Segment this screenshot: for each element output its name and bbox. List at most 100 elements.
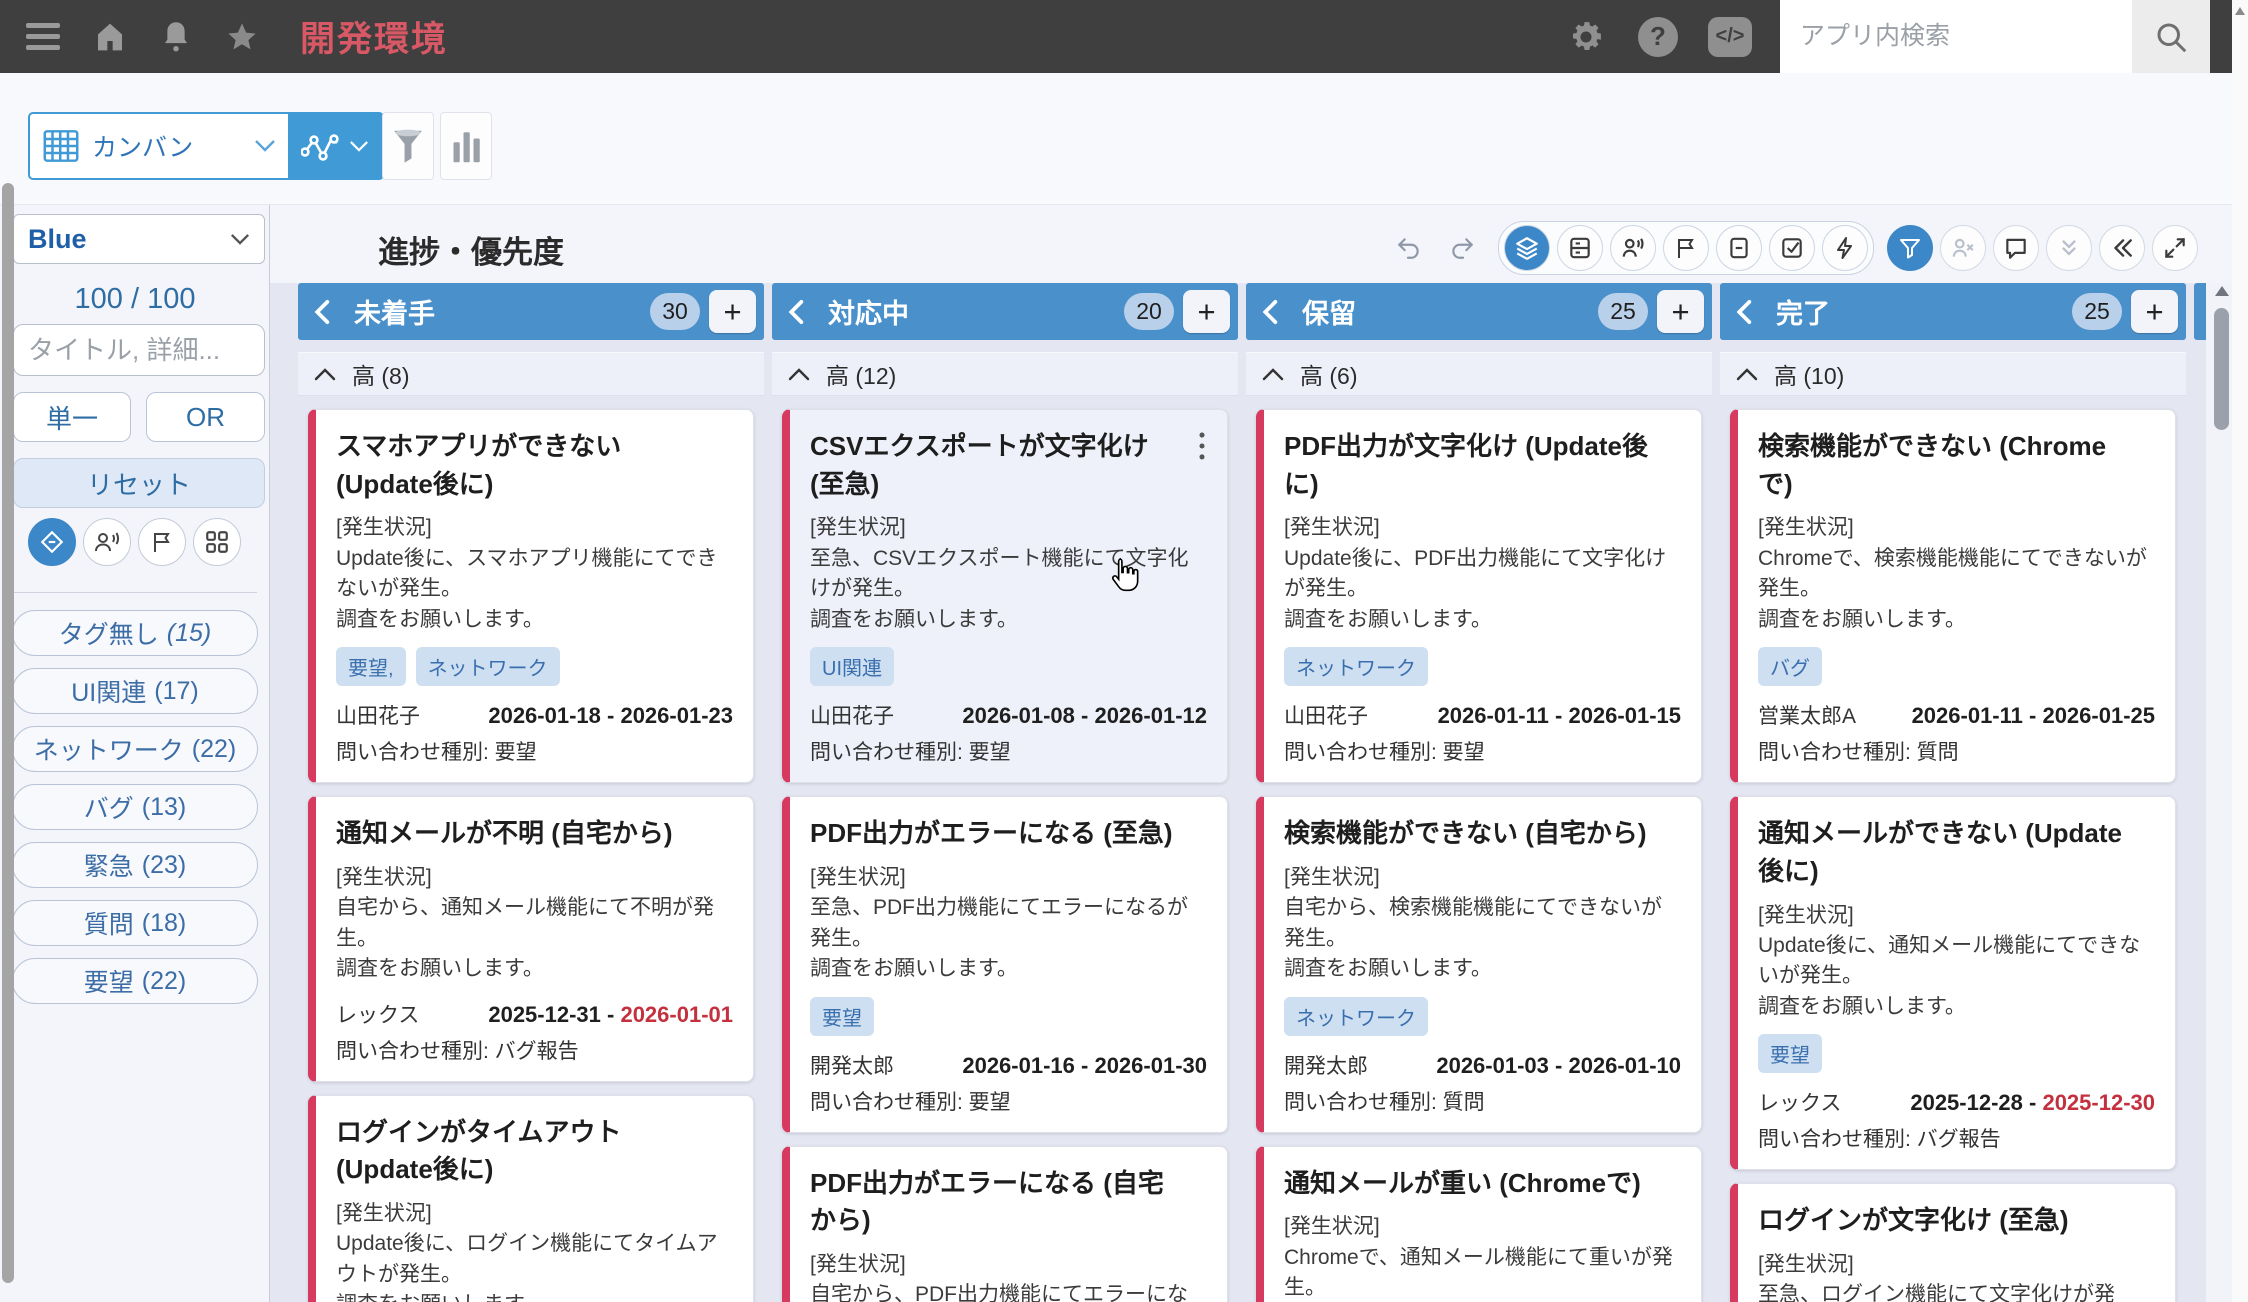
check-square-icon — [1782, 238, 1802, 258]
collapse-left-button[interactable] — [2099, 225, 2145, 271]
card-minus-button[interactable] — [1716, 225, 1762, 271]
card-body-line: [発生状況] — [336, 865, 432, 889]
board-scroll-up-arrow-icon[interactable] — [2215, 286, 2229, 296]
flag-filter-icon-button[interactable] — [138, 518, 186, 566]
card-dates: 2026-01-08 - 2026-01-12 — [962, 703, 1207, 729]
sidebar-search-input[interactable] — [13, 324, 265, 376]
card-date-start: 2025-12-28 — [1910, 1090, 2023, 1116]
code-icon[interactable]: </> — [1708, 15, 1752, 59]
person-x-button[interactable] — [1940, 225, 1986, 271]
card-body-line: [発生状況] — [336, 1201, 432, 1225]
tag-filter-item[interactable]: 緊急 (23) — [12, 842, 258, 888]
kanban-card[interactable]: PDF出力がエラーになる (自宅から) [発生状況] 自宅から、PDF出力機能にてエ… — [782, 1145, 1228, 1302]
chevron-up-icon[interactable] — [1262, 367, 1284, 381]
card-body-line: [発生状況] — [810, 1252, 906, 1276]
section-header[interactable]: 高 (6) — [1246, 352, 1712, 396]
tag-filter-item[interactable]: UI関連 (17) — [12, 668, 258, 714]
favorites-star-icon[interactable] — [220, 15, 264, 59]
kanban-card[interactable]: ログインが文字化け (至急)[発生状況]至急、ログイン機能にて文字化けが発生。調… — [1730, 1183, 2176, 1302]
card-rows-button[interactable] — [1557, 225, 1603, 271]
kanban-card[interactable]: CSVエクスポートが文字化け (至急) [発生状況] 至急、CSVエクスポート機能に… — [782, 409, 1228, 784]
column-add-button[interactable]: + — [2131, 290, 2178, 333]
kanban-card[interactable]: 通知メールが不明 (自宅から) [発生状況] 自宅から、通知メール機能にて不明が発生… — [308, 796, 754, 1082]
kanban-card[interactable]: 通知メールが重い (Chromeで) [発生状況] Chromeで、通知メール機能に… — [1256, 1145, 1702, 1302]
tag-filter-count: (13) — [141, 792, 187, 821]
home-icon[interactable] — [88, 15, 132, 59]
group-filter-icon-button[interactable] — [193, 518, 241, 566]
admin-gear-icon[interactable] — [1564, 15, 1608, 59]
chevron-up-icon[interactable] — [314, 367, 336, 381]
kanban-card[interactable]: スマホアプリができない (Update後に) [発生状況] Update後に、スマホ… — [308, 409, 754, 784]
card-minus-icon — [1730, 237, 1748, 259]
graph-view-button[interactable] — [288, 114, 382, 178]
kanban-card[interactable]: 検索機能ができない (自宅から) [発生状況] 自宅から、検索機能機能にてできないが… — [1256, 796, 1702, 1133]
column-count-badge: 20 — [1124, 293, 1174, 330]
undo-button[interactable] — [1386, 225, 1432, 271]
filter-button[interactable] — [1887, 225, 1933, 271]
comment-button[interactable] — [1993, 225, 2039, 271]
tag-filter-item[interactable]: バグ (13) — [12, 784, 258, 830]
search-button[interactable] — [2132, 0, 2210, 73]
or-filter-button[interactable]: OR — [146, 392, 265, 442]
expand-button[interactable] — [2152, 225, 2198, 271]
chevron-left-icon[interactable] — [1260, 299, 1282, 325]
card-inquiry: 問い合わせ種別: 質問 — [1758, 741, 1959, 765]
flag-icon — [154, 533, 170, 552]
app-search-input[interactable] — [1780, 0, 2132, 73]
chart-view-button[interactable] — [440, 112, 492, 180]
page-scrollbar[interactable] — [2232, 0, 2248, 1302]
hamburger-menu-icon[interactable] — [22, 15, 66, 59]
tag-filter-item[interactable]: 質問 (18) — [12, 900, 258, 946]
chevron-left-icon[interactable] — [312, 299, 334, 325]
tag-filter-icon-button[interactable] — [28, 518, 76, 566]
column-add-button[interactable]: + — [709, 290, 756, 333]
card-rows-icon — [1570, 237, 1590, 259]
layers-button[interactable] — [1504, 225, 1550, 271]
kanban-card[interactable]: PDF出力が文字化け (Update後に) [発生状況] Update後に、PDF出… — [1256, 409, 1702, 784]
page-scrollbar-thumb[interactable] — [2, 183, 14, 1283]
section-header[interactable]: 高 (10) — [1720, 352, 2186, 396]
help-icon[interactable]: ? — [1636, 15, 1680, 59]
tag-filter-item[interactable]: タグ無し (15) — [12, 610, 258, 656]
single-filter-button[interactable]: 単一 — [13, 392, 131, 442]
chevron-up-icon[interactable] — [1736, 367, 1758, 381]
section-header[interactable]: 高 (8) — [298, 352, 764, 396]
chevron-left-icon[interactable] — [786, 299, 808, 325]
scroll-up-arrow-icon[interactable] — [2235, 7, 2245, 15]
view-select-dropdown[interactable]: カンバン — [30, 114, 288, 178]
flags-button[interactable] — [1663, 225, 1709, 271]
notifications-bell-icon[interactable] — [154, 15, 198, 59]
column-add-button[interactable]: + — [1657, 290, 1704, 333]
theme-select[interactable]: Blue — [13, 214, 265, 264]
chevron-down-icon — [230, 233, 250, 245]
kanban-card[interactable]: 検索機能ができない (Chromeで) [発生状況] Chromeで、検索機能機能に… — [1730, 409, 2176, 784]
kanban-card[interactable]: ログインがタイムアウト (Update後に) [発生状況] Update後に、ログイ… — [308, 1094, 754, 1302]
card-body: [発生状況] 至急、PDF出力機能にてエラーになるが発生。 調査をお願いします。 — [810, 863, 1207, 985]
card-body-line: Update後に、PDF出力機能にて文字化けが発生。 — [1284, 546, 1667, 601]
kanban-card[interactable]: PDF出力がエラーになる (至急) [発生状況] 至急、PDF出力機能にてエラーにな… — [782, 796, 1228, 1133]
chevrons-left-icon — [2114, 239, 2132, 257]
assignees-button[interactable] — [1610, 225, 1656, 271]
kanban-card[interactable]: 通知メールができない (Update後に) [発生状況] Update後に、通知メー… — [1730, 796, 2176, 1171]
reset-button[interactable]: リセット — [13, 458, 265, 508]
card-assignee: 山田花子 — [810, 705, 894, 729]
chevron-left-icon[interactable] — [1734, 299, 1756, 325]
column-add-button[interactable]: + — [1183, 290, 1230, 333]
assignee-filter-icon-button[interactable] — [83, 518, 131, 566]
card-list: 検索機能ができない (Chromeで) [発生状況] Chromeで、検索機能機能に… — [1720, 409, 2186, 1302]
tag-filter-item[interactable]: 要望 (22) — [12, 958, 258, 1004]
filter-view-button[interactable] — [382, 112, 434, 180]
chevron-up-icon[interactable] — [788, 367, 810, 381]
checkbox-button[interactable] — [1769, 225, 1815, 271]
card-footer: 開発太郎 2026-01-03 - 2026-01-10 — [1284, 1050, 1681, 1080]
collapse-all-button[interactable] — [2046, 225, 2092, 271]
board-scrollbar-thumb[interactable] — [2214, 308, 2229, 430]
funnel-icon — [1900, 239, 1920, 259]
section-header[interactable]: 高 (12) — [772, 352, 1238, 396]
card-tags: UI関連 — [810, 647, 1207, 687]
card-assignee: レックス — [336, 1003, 420, 1027]
card-menu-button[interactable] — [1185, 426, 1219, 466]
lightning-button[interactable] — [1822, 225, 1868, 271]
tag-filter-item[interactable]: ネットワーク (22) — [12, 726, 258, 772]
redo-button[interactable] — [1439, 225, 1485, 271]
